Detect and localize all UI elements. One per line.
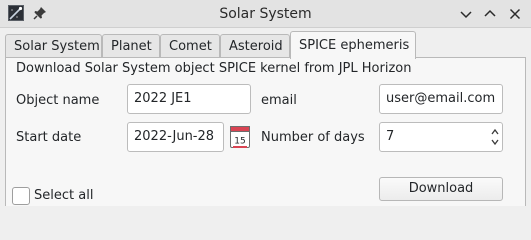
number-of-days-value: 7 (386, 129, 395, 144)
start-date-input[interactable]: 2022-Jun-28 (127, 122, 224, 152)
calendar-icon[interactable]: 15 (229, 124, 251, 150)
calendar-day-text: 15 (234, 137, 245, 147)
email-input[interactable]: user@email.com (379, 84, 503, 114)
start-date-label: Start date (16, 130, 82, 145)
chevron-down-icon[interactable] (457, 5, 475, 23)
tab-bar: Solar System Planet Comet Asteroid SPICE… (0, 28, 531, 59)
object-name-input[interactable]: 2022 JE1 (127, 84, 251, 114)
chevron-up-icon[interactable] (481, 5, 499, 23)
spice-panel: Download Solar System object SPICE kerne… (5, 57, 526, 206)
window-title: Solar System (219, 6, 312, 22)
tab-solar-system[interactable]: Solar System (5, 34, 102, 59)
tab-planet[interactable]: Planet (102, 34, 160, 59)
title-bar: Solar System (0, 0, 531, 28)
spin-arrows-icon[interactable] (490, 125, 500, 149)
download-button[interactable]: Download (379, 177, 503, 201)
select-all-checkbox[interactable] (12, 187, 30, 205)
tab-spice-ephemeris[interactable]: SPICE ephemeris (290, 31, 416, 59)
select-all-label: Select all (34, 188, 94, 203)
number-of-days-spinbox[interactable]: 7 (379, 122, 503, 152)
number-of-days-label: Number of days (261, 130, 365, 145)
object-name-label: Object name (16, 93, 100, 108)
panel-heading: Download Solar System object SPICE kerne… (16, 61, 412, 76)
close-icon[interactable] (506, 5, 524, 23)
tab-asteroid[interactable]: Asteroid (220, 34, 290, 59)
tab-comet[interactable]: Comet (160, 34, 220, 59)
email-label: email (261, 93, 297, 108)
